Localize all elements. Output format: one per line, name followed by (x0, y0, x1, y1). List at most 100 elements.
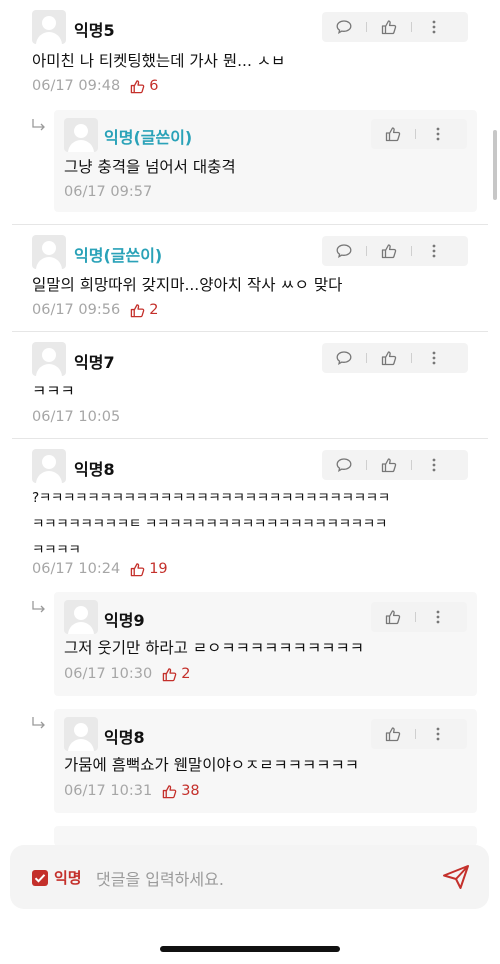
anonymous-label[interactable]: 익명 (54, 867, 82, 888)
comment-author: 익명5 (74, 21, 115, 40)
checkbox-checked-icon (34, 874, 46, 883)
comment-actions (322, 12, 468, 42)
more-icon (432, 351, 436, 365)
thumbs-up-icon (130, 79, 145, 93)
comment-date: 06/17 09:56 (32, 302, 121, 318)
avatar (64, 600, 98, 634)
avatar (32, 449, 66, 483)
thumbs-up-icon (381, 351, 397, 366)
like-button[interactable] (367, 343, 411, 373)
comment-actions (371, 602, 467, 632)
send-button[interactable] (442, 864, 470, 894)
send-icon (443, 865, 469, 889)
avatar (32, 342, 66, 376)
reply-item (54, 826, 477, 846)
comment-meta: 06/17 10:05 (32, 409, 120, 425)
more-icon (432, 458, 436, 472)
comment-item: 익명7 ㅋㅋㅋ 06/17 10:05 (0, 332, 500, 438)
comment-meta: 06/17 10:24 19 (32, 561, 168, 577)
comment-button[interactable] (322, 236, 366, 266)
reply-arrow-icon (32, 601, 45, 613)
like-count: 19 (130, 561, 168, 577)
comment-button[interactable] (322, 450, 366, 480)
comment-author: 익명(글쓴이) (104, 128, 193, 147)
comment-item: 익명(글쓴이) 일말의 희망따위 갖지마...양아치 작사 ㅆㅇ 맞다 06/1… (0, 225, 500, 331)
comment-input[interactable]: 댓글을 입력하세요. (96, 866, 224, 890)
comment-date: 06/17 10:05 (32, 409, 121, 425)
comment-meta: 06/17 10:30 2 (64, 666, 190, 682)
thumbs-up-icon (130, 562, 145, 576)
comment-actions (371, 119, 467, 149)
comment-meta: 06/17 09:56 2 (32, 302, 158, 318)
thumbs-up-icon (162, 667, 177, 681)
like-button[interactable] (371, 602, 415, 632)
like-button[interactable] (371, 719, 415, 749)
comment-meta: 06/17 10:31 38 (64, 783, 200, 799)
more-button[interactable] (416, 602, 460, 632)
comment-date: 06/17 09:57 (64, 184, 153, 200)
comment-item: 익명5 아미친 나 티켓팅했는데 가사 뭔... ㅅㅂ 06/17 09:48 … (0, 0, 500, 110)
comment-text: 가뭄에 흠뻑쇼가 웬말이야ㅇㅈㄹㅋㅋㅋㅋㅋㅋ (64, 756, 360, 774)
comment-text: ?ㅋㅋㅋㅋㅋㅋㅋㅋㅋㅋㅋㅋㅋㅋㅋㅋㅋㅋㅋㅋㅋㅋㅋㅋㅋㅋㅋㅋㅋ ㅋㅋㅋㅋㅋㅋㅋㅋㅌ… (32, 490, 390, 558)
comment-author: 익명8 (74, 460, 115, 479)
comment-text: 아미친 나 티켓팅했는데 가사 뭔... ㅅㅂ (32, 52, 286, 70)
comment-button[interactable] (322, 343, 366, 373)
more-button[interactable] (412, 12, 456, 42)
more-icon (436, 127, 440, 141)
more-icon (436, 727, 440, 741)
reply-item: 익명8 가뭄에 흠뻑쇼가 웬말이야ㅇㅈㄹㅋㅋㅋㅋㅋㅋ 06/17 10:31 3… (54, 709, 477, 813)
more-button[interactable] (416, 719, 460, 749)
avatar (32, 10, 66, 44)
comment-actions (322, 450, 468, 480)
comment-date: 06/17 09:48 (32, 78, 121, 94)
more-icon (432, 20, 436, 34)
comment-text: ㅋㅋㅋ (32, 382, 75, 400)
home-indicator (160, 946, 340, 952)
thumbs-up-icon (385, 610, 401, 625)
comment-icon (336, 244, 352, 258)
anonymous-checkbox[interactable] (32, 870, 48, 886)
thumbs-up-icon (385, 127, 401, 142)
scrollbar[interactable] (493, 130, 497, 200)
comment-meta: 06/17 09:48 6 (32, 78, 158, 94)
like-button[interactable] (367, 12, 411, 42)
thumbs-up-icon (162, 784, 177, 798)
reply-item: 익명(글쓴이) 그냥 충격을 넘어서 대충격 06/17 09:57 (54, 110, 477, 212)
comment-text: 그저 웃기만 하라고 ㄹㅇㅋㅋㅋㅋㅋㅋㅋㅋㅋㅋ (64, 639, 364, 657)
comment-date: 06/17 10:31 (64, 783, 153, 799)
comment-icon (336, 20, 352, 34)
like-button[interactable] (367, 450, 411, 480)
comment-date: 06/17 10:24 (32, 561, 121, 577)
comment-button[interactable] (322, 12, 366, 42)
avatar (64, 118, 98, 152)
comment-text: 그냥 충격을 넘어서 대충격 (64, 158, 236, 176)
thumbs-up-icon (381, 20, 397, 35)
comment-actions (322, 236, 468, 266)
comment-date: 06/17 10:30 (64, 666, 153, 682)
comment-author: 익명9 (104, 611, 145, 630)
comment-item: 익명8 ?ㅋㅋㅋㅋㅋㅋㅋㅋㅋㅋㅋㅋㅋㅋㅋㅋㅋㅋㅋㅋㅋㅋㅋㅋㅋㅋㅋㅋㅋ ㅋㅋㅋㅋㅋ… (0, 439, 500, 589)
comment-author: 익명(글쓴이) (74, 246, 163, 265)
like-button[interactable] (371, 119, 415, 149)
more-icon (432, 244, 436, 258)
like-count: 2 (162, 666, 190, 682)
more-button[interactable] (416, 119, 460, 149)
reply-arrow-icon (32, 717, 45, 729)
more-icon (436, 610, 440, 624)
comment-author: 익명8 (104, 728, 145, 747)
more-button[interactable] (412, 236, 456, 266)
avatar (32, 235, 66, 269)
like-count: 38 (162, 783, 200, 799)
like-button[interactable] (367, 236, 411, 266)
comment-author: 익명7 (74, 353, 115, 372)
like-count: 6 (130, 78, 158, 94)
more-button[interactable] (412, 450, 456, 480)
comment-icon (336, 351, 352, 365)
like-count: 2 (130, 302, 158, 318)
reply-arrow-icon (32, 119, 45, 131)
thumbs-up-icon (130, 303, 145, 317)
reply-item: 익명9 그저 웃기만 하라고 ㄹㅇㅋㅋㅋㅋㅋㅋㅋㅋㅋㅋ 06/17 10:30 … (54, 592, 477, 696)
avatar (64, 717, 98, 751)
comment-composer: 익명 댓글을 입력하세요. (10, 845, 489, 909)
more-button[interactable] (412, 343, 456, 373)
